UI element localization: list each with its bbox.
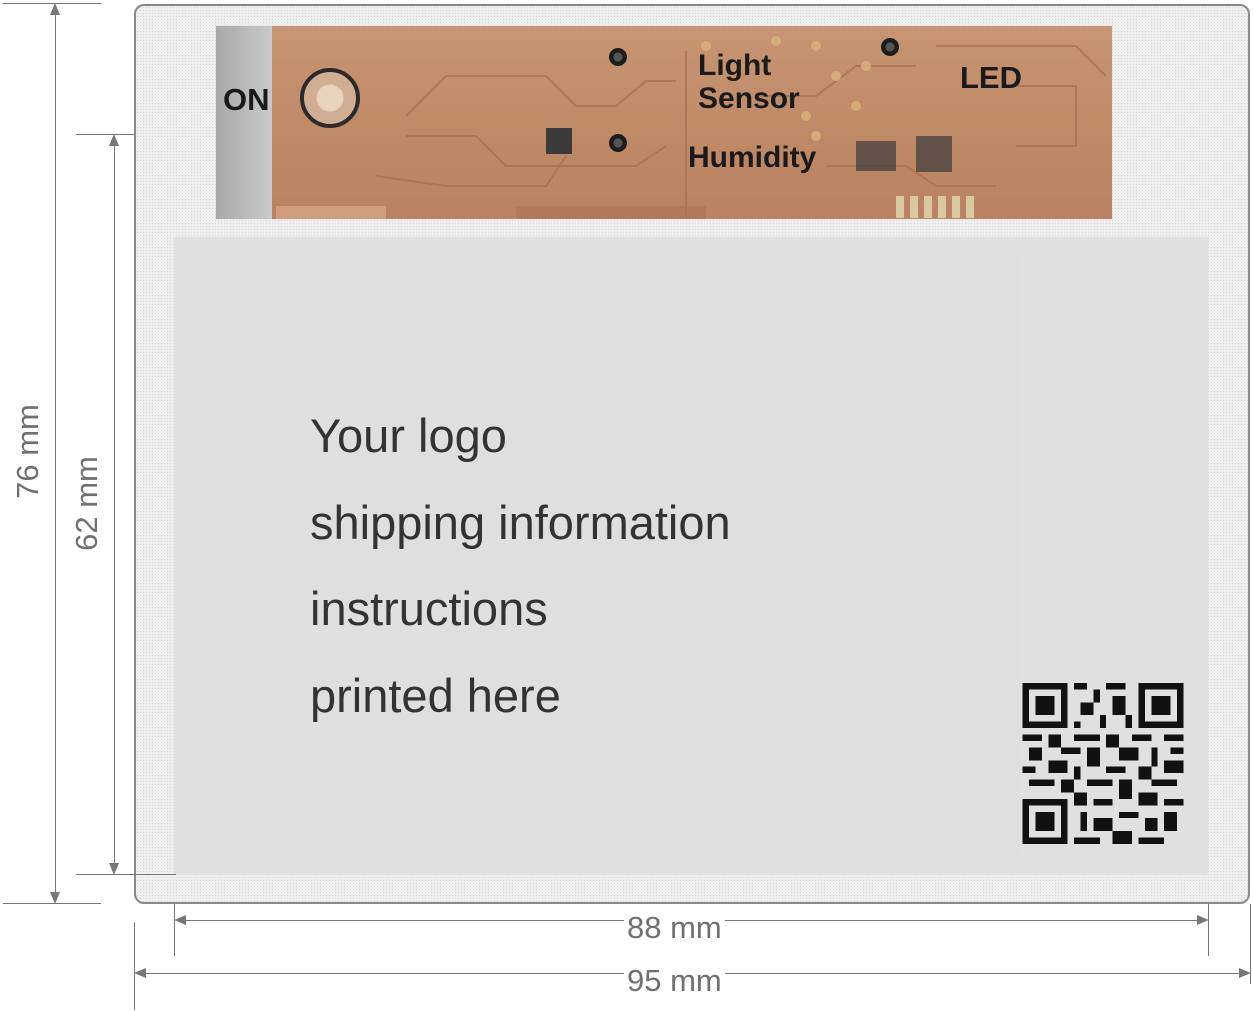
on-label: ON (223, 82, 270, 117)
sensor-dot (609, 48, 627, 66)
dim-line-outer-height (55, 8, 56, 898)
outer-width-label: 95 mm (624, 965, 725, 996)
inner-height-label: 62 mm (68, 456, 104, 551)
arrow-left-icon (134, 968, 146, 978)
arrow-down-icon (109, 863, 119, 875)
sensor-label: Sensor (698, 82, 800, 115)
inner-width-label: 88 mm (624, 912, 725, 943)
led-label: LED (960, 60, 1022, 95)
arrow-right-icon (1197, 915, 1209, 925)
label-line-printed: printed here (310, 669, 561, 722)
humidity-sensor-dot (609, 134, 627, 152)
arrow-up-icon (50, 3, 60, 15)
arrow-down-icon (50, 892, 60, 904)
on-button-icon (300, 68, 360, 128)
chip (856, 141, 896, 171)
humidity-label: Humidity (688, 141, 817, 174)
chip (546, 128, 572, 154)
label-area-inner (192, 255, 1020, 858)
dim-tick-bottom-inner (76, 874, 176, 875)
pcb-traces (375, 36, 1107, 218)
outer-height-label: 76 mm (9, 404, 45, 499)
label-line-instructions: instructions (310, 582, 548, 635)
label-line-shipping: shipping information (310, 496, 731, 549)
dim-tick-top-inner (76, 134, 134, 135)
led-dot (881, 38, 899, 56)
arrow-left-icon (174, 915, 186, 925)
label-line-logo: Your logo (310, 409, 507, 462)
light-label: Light (698, 49, 772, 82)
dim-line-inner-height (114, 138, 115, 870)
arrow-right-icon (1239, 968, 1251, 978)
chip (916, 136, 952, 172)
pcb-strip: ON Light Sensor Humidity LED (216, 26, 1112, 219)
qr-code-icon (1022, 683, 1184, 844)
arrow-up-icon (109, 134, 119, 146)
